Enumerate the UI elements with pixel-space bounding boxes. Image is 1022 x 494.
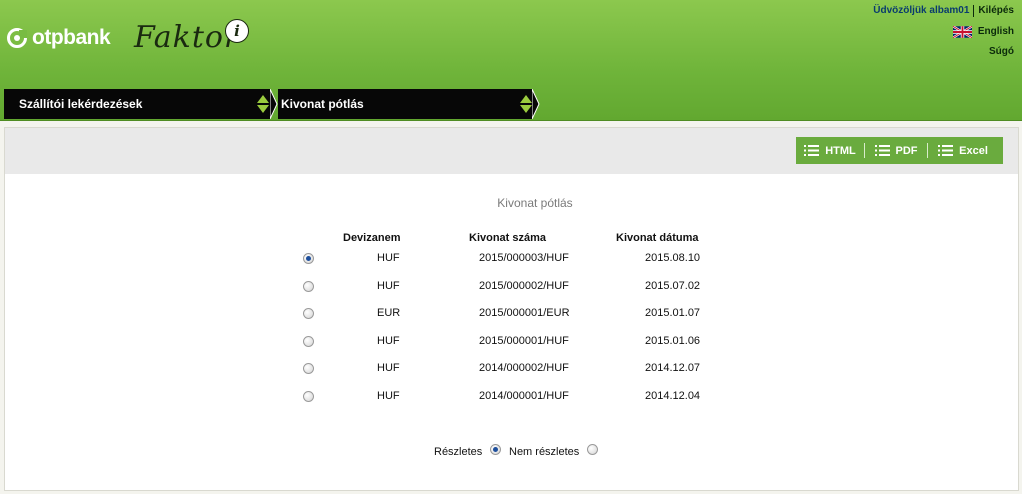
cell-statement-number: 2015/000003/HUF	[479, 252, 569, 264]
list-icon	[938, 145, 954, 156]
list-icon	[874, 145, 890, 156]
logout-link[interactable]: Kilépés	[978, 6, 1014, 16]
breadcrumb-separator	[270, 89, 278, 119]
column-header-currency: Devizanem	[343, 232, 401, 244]
excel-label: Excel	[959, 144, 988, 157]
faktor-brand: Faktor	[134, 20, 240, 55]
export-bar: HTML PDF Excel	[796, 137, 1003, 164]
row-select-radio[interactable]	[303, 308, 314, 319]
divider	[973, 5, 975, 17]
user-box: Üdvözöljük albam01 Kilépés English Súgó	[873, 5, 1014, 57]
cell-statement-date: 2015.01.07	[645, 307, 701, 319]
updown-arrows-icon[interactable]	[257, 95, 269, 113]
cell-statement-date: 2015.07.02	[645, 280, 701, 292]
row-select-radio[interactable]	[303, 363, 314, 374]
cell-currency: EUR	[377, 307, 401, 319]
not-detailed-radio[interactable]	[587, 444, 598, 455]
detailed-label: Részletes	[434, 446, 483, 458]
uk-flag-icon	[952, 25, 973, 39]
cell-statement-number: 2014/000001/HUF	[479, 390, 569, 402]
cell-currency: HUF	[377, 362, 400, 374]
cell-currency: HUF	[377, 335, 400, 347]
not-detailed-label: Nem részletes	[509, 446, 580, 458]
export-pdf-button[interactable]: PDF	[865, 137, 927, 164]
export-excel-button[interactable]: Excel	[928, 137, 998, 164]
breadcrumb-label: Szállítói lekérdezések	[19, 97, 143, 111]
breadcrumb-label: Kivonat pótlás	[281, 97, 364, 111]
language-switch[interactable]: English	[873, 25, 1014, 39]
cell-statement-date: 2014.12.04	[645, 390, 701, 402]
welcome-user-link[interactable]: Üdvözöljük albam01	[873, 6, 969, 16]
detailed-radio[interactable]	[490, 444, 501, 455]
html-label: HTML	[825, 144, 856, 157]
cell-statement-number: 2014/000002/HUF	[479, 362, 569, 374]
list-icon	[804, 145, 820, 156]
cell-statement-number: 2015/000001/EUR	[479, 307, 570, 319]
help-link[interactable]: Súgó	[989, 46, 1014, 57]
cell-currency: HUF	[377, 280, 400, 292]
content-panel: HTML PDF Excel Kivonat pótlás Devizanem …	[4, 127, 1019, 491]
cell-statement-number: 2015/000001/HUF	[479, 335, 569, 347]
export-html-button[interactable]: HTML	[796, 137, 864, 164]
row-select-radio[interactable]	[303, 391, 314, 402]
cell-statement-date: 2014.12.07	[645, 362, 701, 374]
cell-statement-number: 2015/000002/HUF	[479, 280, 569, 292]
updown-arrows-icon[interactable]	[520, 95, 532, 113]
faktor-info-badge: i	[225, 19, 249, 43]
breadcrumb-item-supplier-queries[interactable]: Szállítói lekérdezések	[4, 89, 270, 119]
cell-currency: HUF	[377, 252, 400, 264]
breadcrumb-item-statement-replacement[interactable]: Kivonat pótlás	[278, 89, 532, 119]
page-title: Kivonat pótlás	[497, 196, 573, 210]
breadcrumb-end-tip	[532, 89, 540, 119]
row-select-radio[interactable]	[303, 281, 314, 292]
row-select-radio[interactable]	[303, 253, 314, 264]
cell-statement-date: 2015.08.10	[645, 252, 701, 264]
otp-logo-text: otpbank	[32, 26, 111, 49]
cell-currency: HUF	[377, 390, 400, 402]
pdf-label: PDF	[895, 144, 918, 157]
column-header-statement-date: Kivonat dátuma	[616, 232, 699, 244]
row-select-radio[interactable]	[303, 336, 314, 347]
otp-logo[interactable]: otpbank	[6, 26, 111, 50]
toolbar: HTML PDF Excel	[5, 128, 1018, 174]
language-label: English	[977, 26, 1014, 37]
cell-statement-date: 2015.01.06	[645, 335, 701, 347]
column-header-statement-number: Kivonat száma	[469, 232, 547, 244]
otp-logo-icon	[6, 27, 28, 49]
